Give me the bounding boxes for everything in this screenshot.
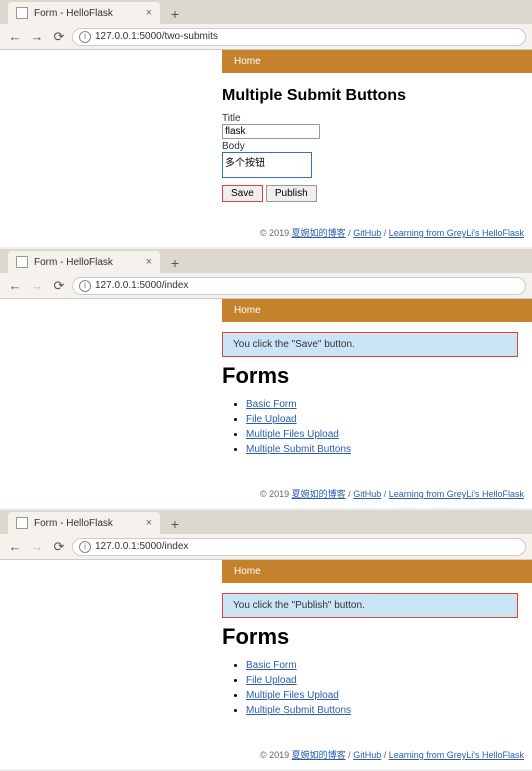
site-info-icon[interactable]: i bbox=[79, 280, 91, 292]
form-link-list: Basic Form File Upload Multiple Files Up… bbox=[246, 658, 518, 718]
url-input[interactable] bbox=[95, 31, 519, 42]
footer-github-link[interactable]: GitHub bbox=[353, 228, 381, 238]
new-tab-button[interactable]: + bbox=[164, 253, 186, 273]
publish-button[interactable]: Publish bbox=[266, 185, 317, 202]
page-heading: Forms bbox=[222, 624, 518, 650]
tab-title: Form - HelloFlask bbox=[34, 8, 140, 19]
home-link[interactable]: Home bbox=[234, 305, 261, 316]
footer-author-link[interactable]: 夏婉如的博客 bbox=[292, 228, 346, 238]
browser-window-3: Form - HelloFlask × + ← → ⟳ i Home You c… bbox=[0, 510, 532, 771]
list-item: Basic Form bbox=[246, 397, 518, 412]
body-label: Body bbox=[222, 141, 518, 152]
footer-github-link[interactable]: GitHub bbox=[353, 750, 381, 760]
browser-toolbar: ← → ⟳ i bbox=[0, 24, 532, 50]
page-icon bbox=[16, 7, 28, 19]
link-file-upload[interactable]: File Upload bbox=[246, 675, 297, 686]
footer-learning-link[interactable]: Learning from GreyLi's HelloFlask bbox=[389, 228, 524, 238]
tab-title: Form - HelloFlask bbox=[34, 257, 140, 268]
new-tab-button[interactable]: + bbox=[164, 514, 186, 534]
nav-reload-icon[interactable]: ⟳ bbox=[50, 538, 68, 556]
footer: © 2019 夏婉如的博客 / GitHub / Learning from G… bbox=[222, 208, 532, 247]
close-icon[interactable]: × bbox=[146, 7, 152, 19]
address-bar[interactable]: i bbox=[72, 538, 526, 556]
nav-back-icon[interactable]: ← bbox=[6, 28, 24, 46]
title-label: Title bbox=[222, 113, 518, 124]
address-bar[interactable]: i bbox=[72, 28, 526, 46]
list-item: Multiple Submit Buttons bbox=[246, 703, 518, 718]
save-button[interactable]: Save bbox=[222, 185, 263, 202]
browser-window-2: Form - HelloFlask × + ← → ⟳ i Home You c… bbox=[0, 249, 532, 510]
nav-forward-icon: → bbox=[28, 277, 46, 295]
body-textarea[interactable] bbox=[222, 152, 312, 178]
footer: © 2019 夏婉如的博客 / GitHub / Learning from G… bbox=[222, 730, 532, 769]
browser-tab[interactable]: Form - HelloFlask × bbox=[8, 512, 160, 534]
home-link[interactable]: Home bbox=[234, 56, 261, 67]
browser-toolbar: ← → ⟳ i bbox=[0, 273, 532, 299]
link-file-upload[interactable]: File Upload bbox=[246, 414, 297, 425]
close-icon[interactable]: × bbox=[146, 256, 152, 268]
nav-back-icon[interactable]: ← bbox=[6, 277, 24, 295]
nav-reload-icon[interactable]: ⟳ bbox=[50, 277, 68, 295]
tab-strip: Form - HelloFlask × + bbox=[0, 510, 532, 534]
footer-learning-link[interactable]: Learning from GreyLi's HelloFlask bbox=[389, 489, 524, 499]
flash-message: You click the "Publish" button. bbox=[222, 593, 518, 618]
url-input[interactable] bbox=[95, 280, 519, 291]
page-icon bbox=[16, 256, 28, 268]
browser-window-1: Form - HelloFlask × + ← → ⟳ i Home Multi… bbox=[0, 0, 532, 249]
page-content: Home You click the "Publish" button. For… bbox=[0, 560, 532, 769]
footer-author-link[interactable]: 夏婉如的博客 bbox=[292, 750, 346, 760]
link-multi-files[interactable]: Multiple Files Upload bbox=[246, 690, 339, 701]
nav-forward-icon: → bbox=[28, 538, 46, 556]
list-item: Multiple Files Upload bbox=[246, 688, 518, 703]
url-input[interactable] bbox=[95, 541, 519, 552]
browser-tab[interactable]: Form - HelloFlask × bbox=[8, 2, 160, 24]
link-multi-submit[interactable]: Multiple Submit Buttons bbox=[246, 705, 351, 716]
list-item: Multiple Submit Buttons bbox=[246, 442, 518, 457]
footer-learning-link[interactable]: Learning from GreyLi's HelloFlask bbox=[389, 750, 524, 760]
link-multi-submit[interactable]: Multiple Submit Buttons bbox=[246, 444, 351, 455]
link-multi-files[interactable]: Multiple Files Upload bbox=[246, 429, 339, 440]
tab-strip: Form - HelloFlask × + bbox=[0, 0, 532, 24]
nav-reload-icon[interactable]: ⟳ bbox=[50, 28, 68, 46]
home-link[interactable]: Home bbox=[234, 566, 261, 577]
nav-forward-icon[interactable]: → bbox=[28, 28, 46, 46]
link-basic-form[interactable]: Basic Form bbox=[246, 660, 297, 671]
site-nav: Home bbox=[222, 299, 532, 322]
form-link-list: Basic Form File Upload Multiple Files Up… bbox=[246, 397, 518, 457]
footer: © 2019 夏婉如的博客 / GitHub / Learning from G… bbox=[222, 469, 532, 508]
close-icon[interactable]: × bbox=[146, 517, 152, 529]
tab-title: Form - HelloFlask bbox=[34, 518, 140, 529]
page-heading: Forms bbox=[222, 363, 518, 389]
site-info-icon[interactable]: i bbox=[79, 31, 91, 43]
list-item: File Upload bbox=[246, 673, 518, 688]
page-heading: Multiple Submit Buttons bbox=[222, 87, 518, 105]
title-input[interactable] bbox=[222, 124, 320, 139]
footer-github-link[interactable]: GitHub bbox=[353, 489, 381, 499]
page-icon bbox=[16, 517, 28, 529]
link-basic-form[interactable]: Basic Form bbox=[246, 399, 297, 410]
new-tab-button[interactable]: + bbox=[164, 4, 186, 24]
site-nav: Home bbox=[222, 50, 532, 73]
site-nav: Home bbox=[222, 560, 532, 583]
nav-back-icon[interactable]: ← bbox=[6, 538, 24, 556]
browser-toolbar: ← → ⟳ i bbox=[0, 534, 532, 560]
list-item: Multiple Files Upload bbox=[246, 427, 518, 442]
footer-author-link[interactable]: 夏婉如的博客 bbox=[292, 489, 346, 499]
list-item: File Upload bbox=[246, 412, 518, 427]
site-info-icon[interactable]: i bbox=[79, 541, 91, 553]
page-content: Home You click the "Save" button. Forms … bbox=[0, 299, 532, 508]
list-item: Basic Form bbox=[246, 658, 518, 673]
flash-message: You click the "Save" button. bbox=[222, 332, 518, 357]
browser-tab[interactable]: Form - HelloFlask × bbox=[8, 251, 160, 273]
page-content: Home Multiple Submit Buttons Title Body … bbox=[0, 50, 532, 247]
tab-strip: Form - HelloFlask × + bbox=[0, 249, 532, 273]
address-bar[interactable]: i bbox=[72, 277, 526, 295]
